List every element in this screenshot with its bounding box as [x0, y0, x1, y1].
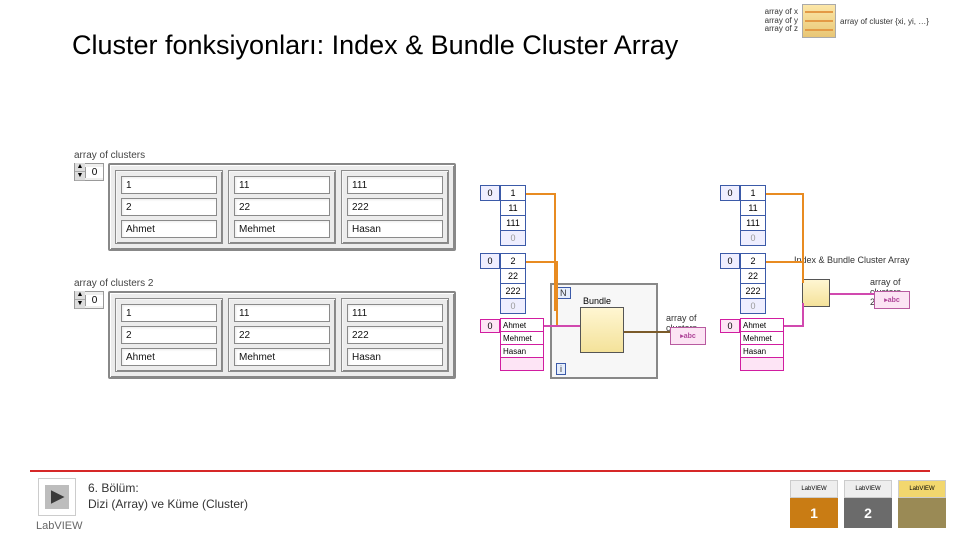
cluster-element: 11 22 Mehmet [228, 298, 336, 372]
array-cell[interactable]: 2 [740, 253, 766, 269]
numeric-field[interactable]: 222 [347, 326, 443, 344]
array-index[interactable]: 0 [720, 185, 740, 201]
array-index[interactable]: 0 [480, 319, 500, 333]
array-cell[interactable]: 22 [500, 268, 526, 284]
footer-text: 6. Bölüm: Dizi (Array) ve Küme (Cluster) [88, 481, 248, 512]
array-cell[interactable]: 111 [740, 215, 766, 231]
numeric-field[interactable]: 11 [234, 176, 330, 194]
string-field[interactable]: Hasan [347, 348, 443, 366]
index-bundle-node[interactable] [802, 279, 830, 307]
numeric-field[interactable]: 22 [234, 326, 330, 344]
array-cell[interactable]: Mehmet [500, 331, 544, 345]
string-field[interactable]: Hasan [347, 220, 443, 238]
loop-n: N [556, 287, 571, 299]
numeric-field[interactable]: 111 [347, 176, 443, 194]
numeric-field[interactable]: 1 [121, 304, 217, 322]
footer-rule [30, 470, 930, 472]
string-field[interactable]: Mehmet [234, 220, 330, 238]
cluster-indicator: ▸abc [874, 291, 910, 309]
array-cell[interactable]: 0 [740, 298, 766, 314]
panel1-index-control[interactable]: ▲▼0 [74, 163, 104, 181]
array-cell[interactable]: 0 [500, 230, 526, 246]
array-cell[interactable]: Hasan [500, 344, 544, 358]
cluster-element: 111 222 Hasan [341, 298, 449, 372]
numeric-field[interactable]: 11 [234, 304, 330, 322]
array-cell[interactable]: 1 [500, 185, 526, 201]
array-index[interactable]: 0 [480, 185, 500, 201]
array-cell[interactable]: 11 [500, 200, 526, 216]
cluster-element: 1 2 Ahmet [115, 170, 223, 244]
array-cell[interactable]: 1 [740, 185, 766, 201]
array-cell[interactable] [500, 357, 544, 371]
panel2-cluster-array: 1 2 Ahmet 11 22 Mehmet 111 222 Hasan [108, 291, 456, 379]
cluster-element: 111 222 Hasan [341, 170, 449, 244]
numeric-field[interactable]: 22 [234, 198, 330, 216]
array-cell[interactable]: Ahmet [740, 318, 784, 332]
numeric-field[interactable]: 111 [347, 304, 443, 322]
panel2-index-control[interactable]: ▲▼0 [74, 291, 104, 309]
vi-out-label: array of cluster {xi, yi, …} [840, 17, 950, 26]
panel1-label: array of clusters [74, 150, 456, 161]
array-cell[interactable]: Ahmet [500, 318, 544, 332]
array-cell[interactable]: 222 [740, 283, 766, 299]
array-cell[interactable]: 22 [740, 268, 766, 284]
array-cell[interactable] [740, 357, 784, 371]
panel1-cluster-array: 1 2 Ahmet 11 22 Mehmet 111 222 Hasan [108, 163, 456, 251]
numeric-field[interactable]: 2 [121, 198, 217, 216]
ibca-label: Index & Bundle Cluster Array [794, 255, 914, 265]
array-index[interactable]: 0 [720, 253, 740, 269]
vi-in-z-label: array of z [752, 25, 798, 34]
bundle-node[interactable]: Bundle [580, 307, 624, 353]
array-cell[interactable]: 2 [500, 253, 526, 269]
array-cell[interactable]: 11 [740, 200, 766, 216]
numeric-field[interactable]: 2 [121, 326, 217, 344]
array-cell[interactable]: 0 [740, 230, 766, 246]
array-cell[interactable]: 222 [500, 283, 526, 299]
cluster-element: 11 22 Mehmet [228, 170, 336, 244]
string-field[interactable]: Mehmet [234, 348, 330, 366]
cluster-indicator: ▸abc [670, 327, 706, 345]
labview-logo-icon [38, 478, 76, 516]
numeric-field[interactable]: 1 [121, 176, 217, 194]
labview-wordmark: LabVIEW [36, 520, 82, 532]
array-cell[interactable]: Hasan [740, 344, 784, 358]
page-title: Cluster fonksiyonları: Index & Bundle Cl… [72, 30, 678, 61]
footer-stamps: LabVIEW1 LabVIEW2 LabVIEW [790, 480, 946, 528]
vi-palette: array of x array of y array of z array o… [752, 4, 950, 38]
array-cell[interactable]: 0 [500, 298, 526, 314]
string-field[interactable]: Ahmet [121, 220, 217, 238]
cluster-element: 1 2 Ahmet [115, 298, 223, 372]
string-field[interactable]: Ahmet [121, 348, 217, 366]
array-cell[interactable]: Mehmet [740, 331, 784, 345]
numeric-field[interactable]: 222 [347, 198, 443, 216]
array-cell[interactable]: 111 [500, 215, 526, 231]
loop-i: i [556, 363, 566, 375]
array-index[interactable]: 0 [720, 319, 740, 333]
index-bundle-icon [802, 4, 836, 38]
array-index[interactable]: 0 [480, 253, 500, 269]
panel2-label: array of clusters 2 [74, 278, 456, 289]
